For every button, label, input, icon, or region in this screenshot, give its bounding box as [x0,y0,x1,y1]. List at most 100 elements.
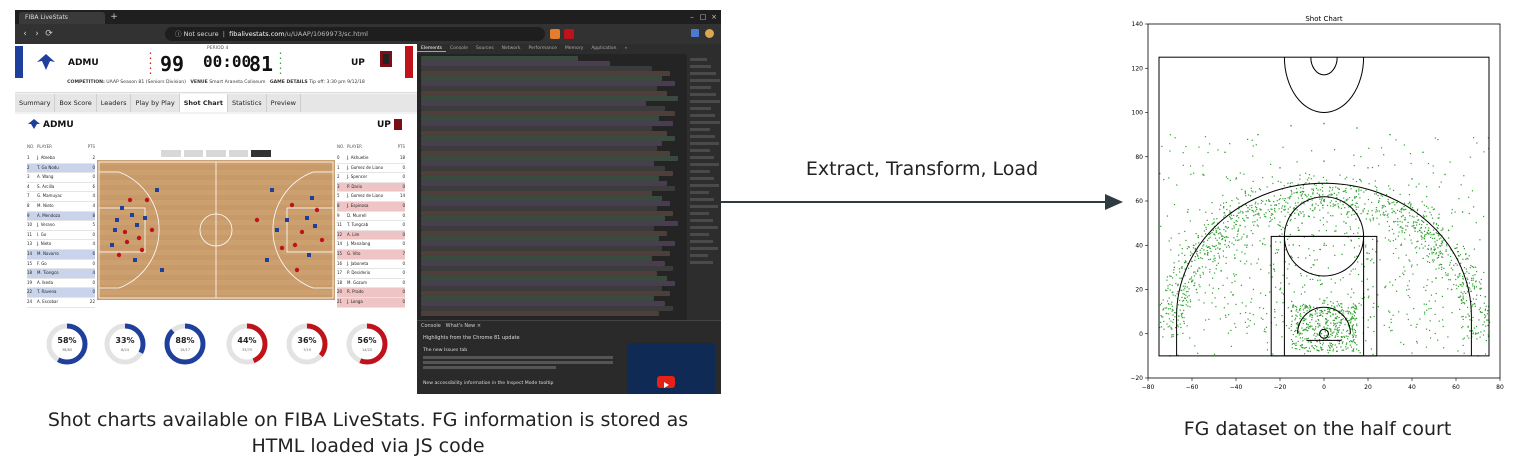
tab-whats-new[interactable]: What's New × [446,323,481,329]
devtools-tab[interactable]: Sources [472,46,498,51]
roster-row[interactable]: 17 P. Desiderio 0 [337,269,405,279]
tab-shot-chart[interactable]: Shot Chart [179,94,228,112]
filter-toggle[interactable] [251,150,271,157]
forward-icon[interactable]: › [31,28,43,40]
roster-row[interactable]: 2 T. Go Nodu 0 [27,163,95,174]
roster-row[interactable]: 4 S. Arcilla 6 [27,183,95,193]
roster-row[interactable]: 1 J. Ateeba 2 [27,154,95,164]
data-point [1290,310,1292,313]
data-point [1188,295,1190,297]
roster-row[interactable]: 10 J. Verano 5 [27,221,95,231]
data-point [1205,226,1207,228]
roster-row[interactable]: 18 M. Gozum 0 [337,279,405,289]
roster-row[interactable]: 11 T. Tungcab 0 [337,221,405,231]
roster-row[interactable]: 21 J. Longa 0 [337,297,405,308]
tab-leaders[interactable]: Leaders [97,94,132,112]
maximize-icon[interactable]: □ [698,12,708,22]
roster-row[interactable]: 22 T. Ravena 0 [27,288,95,298]
tab-preview[interactable]: Preview [267,94,301,112]
data-point [1287,268,1289,270]
roster-row[interactable]: 16 J. Jaboneta 0 [337,260,405,270]
roster-row[interactable]: 5 J. Gomez de Liano 14 [337,192,405,202]
roster-row[interactable]: 15 G. Vito 7 [337,249,405,260]
roster-row[interactable]: 8 M. Nieto 4 [27,202,95,212]
data-point [1355,202,1357,204]
play-icon[interactable] [657,376,675,388]
data-point [1341,309,1343,311]
roster-row[interactable]: 18 M. Tiongco 4 [27,269,95,279]
data-point [1321,190,1324,192]
filter-toggle[interactable] [161,150,181,157]
data-point [1439,263,1441,265]
source-line [421,176,660,181]
devtools-tab[interactable]: Performance [524,46,561,51]
data-point [1465,316,1467,318]
data-point [1475,266,1477,268]
data-point [1184,283,1186,285]
data-point [1171,284,1173,286]
data-point [1460,184,1462,186]
roster-row[interactable]: 3 P. Dario 0 [337,182,405,193]
tab-statistics[interactable]: Statistics [228,94,267,112]
roster-row[interactable]: 20 R. Prado 0 [337,288,405,298]
roster-row[interactable]: 14 J. Manalang 0 [337,240,405,250]
data-point [1484,308,1487,310]
avatar[interactable] [705,29,714,38]
data-point [1358,190,1360,192]
data-point [1250,301,1252,303]
devtools-tab[interactable]: Elements [417,46,446,52]
data-point [1223,202,1225,204]
data-point [1310,266,1312,269]
roster-row[interactable]: 9 D. Murrell 0 [337,212,405,222]
devtools-tab[interactable]: Console [446,46,472,51]
data-point [1299,337,1301,339]
data-point [1456,264,1458,266]
filter-toggle[interactable] [228,150,249,157]
data-point [1408,212,1410,214]
data-point [1456,247,1458,249]
browser-tab[interactable]: FIBA LiveStats [19,12,105,24]
roster-row[interactable]: 0 J. Akhuetie 18 [337,154,405,164]
data-point [1429,329,1431,332]
data-point [1266,349,1269,351]
filter-toggle[interactable] [183,150,204,157]
filter-toggle[interactable] [206,150,226,157]
close-icon[interactable]: × [709,12,719,22]
game-details-value: Tip off: 3:30 pm 9/12/18 [309,80,365,85]
roster-row[interactable]: 12 A. Lim 0 [337,230,405,241]
devtools-tab[interactable]: » [620,46,631,51]
tab-play-by-play[interactable]: Play by Play [131,94,180,112]
new-tab-button[interactable]: + [109,12,119,22]
tab-box-score[interactable]: Box Score [55,94,97,112]
roster-row[interactable]: 11 I. Go 0 [27,231,95,241]
roster-row[interactable]: 7 G. Mamuyac 4 [27,192,95,202]
roster-row[interactable]: 2 J. Spencer 0 [337,173,405,183]
extension-icon[interactable] [550,29,560,39]
devtools-tab[interactable]: Memory [561,46,587,51]
extension-icon[interactable] [691,29,699,37]
devtools-tab[interactable]: Network [498,46,525,51]
roster-row[interactable]: 1 J. Gomez de Liano 0 [337,164,405,174]
devtools-tab[interactable]: Application [587,46,620,51]
roster-row[interactable]: 15 F. Go 0 [27,260,95,270]
roster-row[interactable]: 14 M. Navarro 6 [27,249,95,260]
reload-icon[interactable]: ⟳ [43,28,55,40]
data-point [1416,342,1418,344]
data-point [1182,312,1184,314]
extension-icon[interactable] [564,29,574,39]
data-point [1397,221,1399,223]
roster-row[interactable]: 24 A. Escobar 22 [27,298,95,308]
minimize-icon[interactable]: – [687,12,697,22]
data-point [1314,259,1316,261]
back-icon[interactable]: ‹ [19,28,31,40]
roster-row[interactable]: 3 A. Wang 0 [27,173,95,183]
roster-row[interactable]: 8 J. Espinosa 0 [337,201,405,212]
data-point [1235,239,1237,241]
data-point [1426,232,1428,234]
roster-row[interactable]: 13 J. Nieto 4 [27,240,95,250]
roster-row[interactable]: 9 A. Mendoza 8 [27,211,95,222]
roster-row[interactable]: 19 A. Ikeda 0 [27,279,95,289]
url-input[interactable]: ⓘ Not secure | fibalivestats.com/u/UAAP/… [165,27,545,41]
tab-summary[interactable]: Summary [15,94,56,112]
tab-console[interactable]: Console [421,323,441,329]
